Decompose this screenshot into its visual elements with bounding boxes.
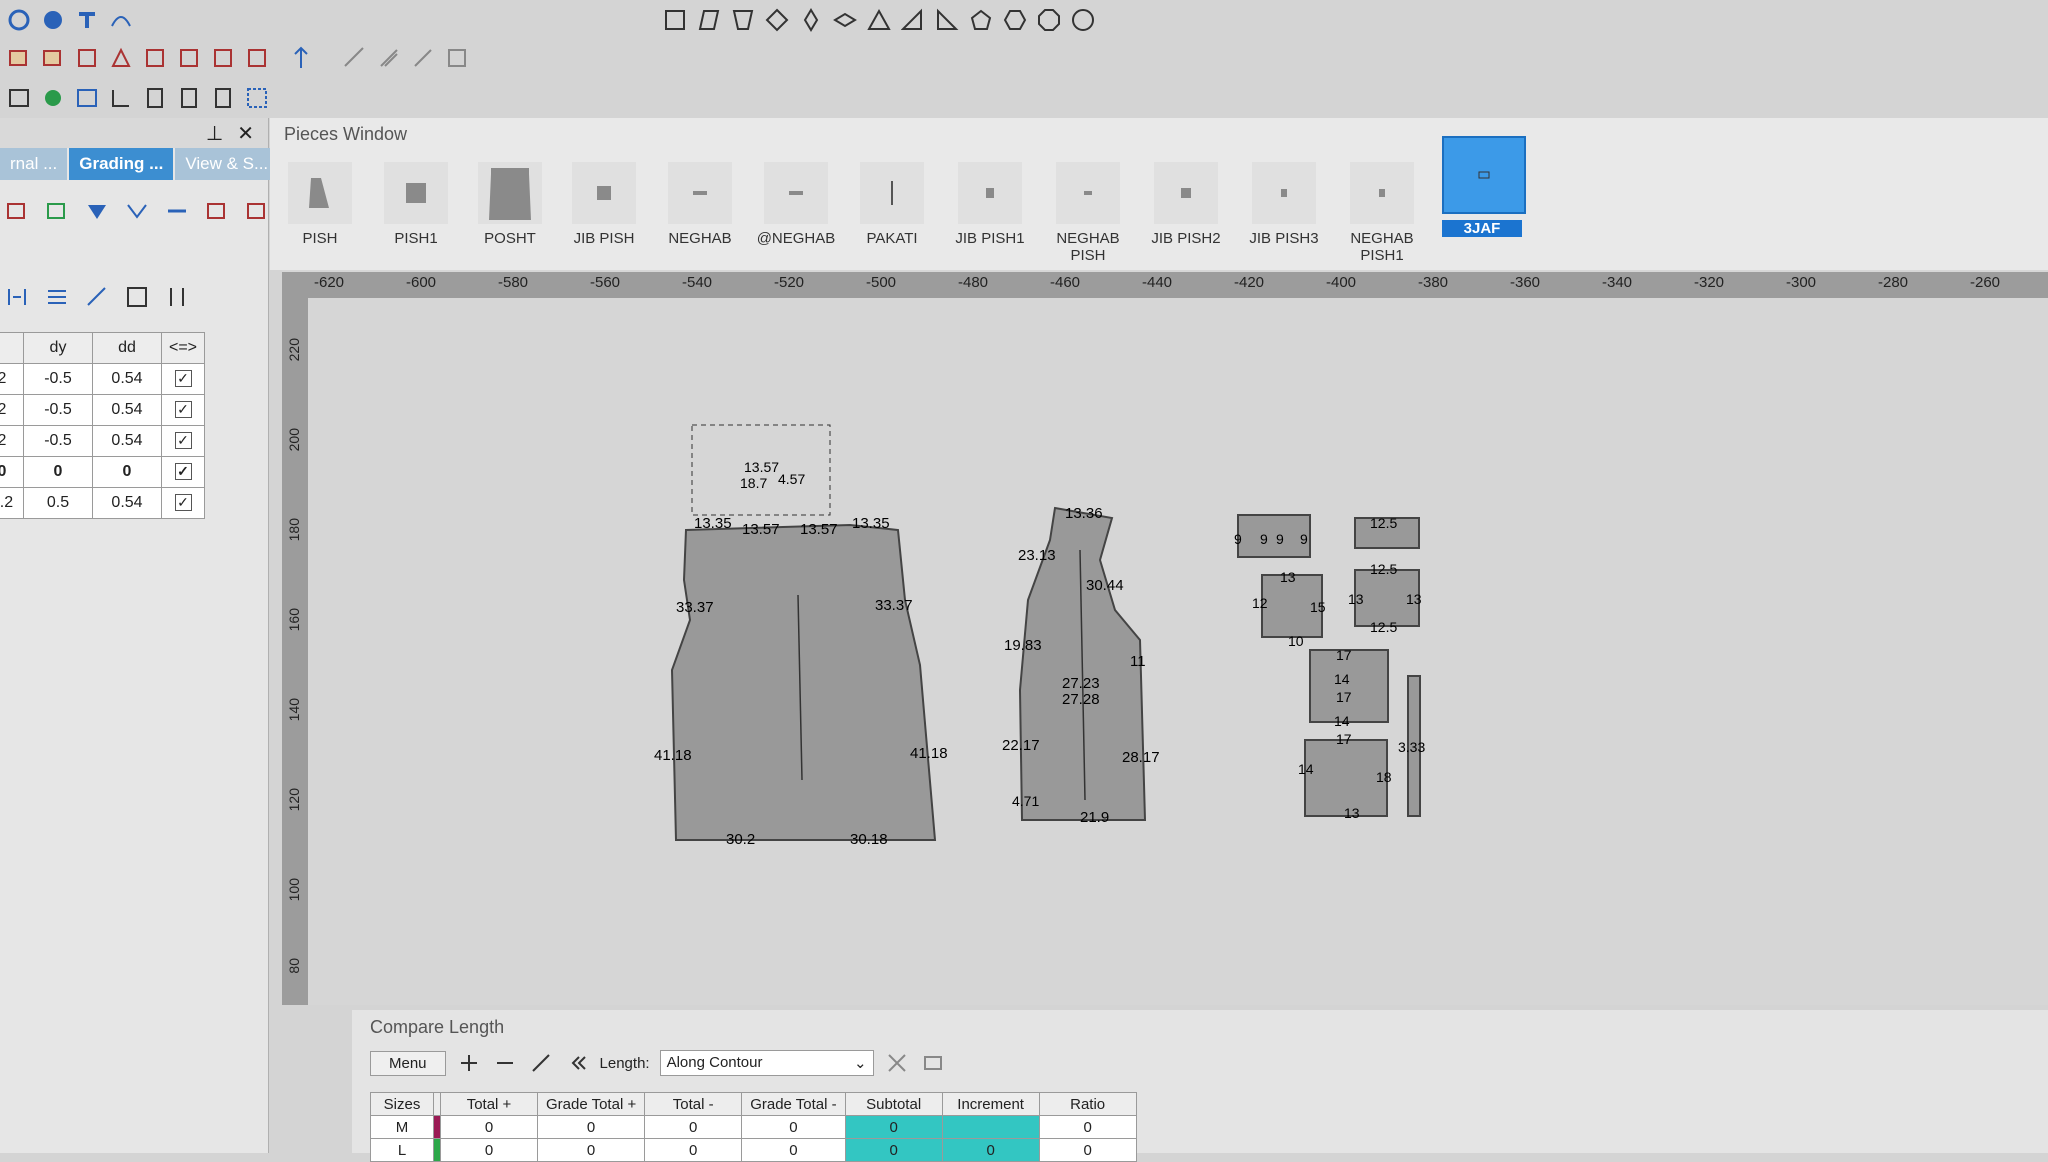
measure-label: 13 bbox=[1406, 591, 1422, 607]
measure-label: 33.37 bbox=[875, 597, 913, 614]
measure-label: 13 bbox=[1348, 591, 1364, 607]
measure-label: 3.33 bbox=[1398, 739, 1425, 755]
measure-label: 33.37 bbox=[676, 599, 714, 616]
compare-length-table: Sizes Total + Grade Total + Total - Grad… bbox=[370, 1092, 1137, 1162]
measure-label: 12.5 bbox=[1370, 619, 1397, 635]
measure-label: 27.23 bbox=[1062, 675, 1100, 692]
chevron-down-icon: ⌄ bbox=[854, 1055, 867, 1072]
measure-label: 13 bbox=[1344, 805, 1360, 821]
measure-label: 41.18 bbox=[654, 747, 692, 764]
measure-curve-icon[interactable] bbox=[528, 1050, 554, 1076]
table-row[interactable]: M 0 0 0 0 0 0 bbox=[370, 1115, 1137, 1139]
compare-length-title: Compare Length bbox=[370, 1017, 505, 1037]
measure-label: 30.2 bbox=[726, 831, 755, 848]
measure-label: 14 bbox=[1334, 671, 1350, 687]
clear-icon[interactable] bbox=[884, 1050, 910, 1076]
measure-label: 13.35 bbox=[852, 515, 890, 532]
measure-label: 17 bbox=[1336, 689, 1352, 705]
measure-label: 9 bbox=[1260, 531, 1268, 547]
table-row[interactable]: L 0 0 0 0 0 0 0 bbox=[370, 1138, 1137, 1162]
measure-label: 9 bbox=[1234, 531, 1242, 547]
measure-label: 23.13 bbox=[1018, 547, 1056, 564]
measure-label: 17 bbox=[1336, 731, 1352, 747]
measure-label: 12 bbox=[1252, 595, 1268, 611]
length-select[interactable]: Along Contour ⌄ bbox=[659, 1050, 874, 1076]
remove-icon[interactable] bbox=[492, 1050, 518, 1076]
collapse-icon[interactable] bbox=[564, 1050, 590, 1076]
measure-label: 22.17 bbox=[1002, 737, 1040, 754]
compare-length-panel: Compare Length Menu Length: Along Contou… bbox=[352, 1010, 2048, 1162]
pattern-pieces[interactable]: 13.35 13.57 13.57 13.35 33.37 33.37 41.1… bbox=[0, 0, 2048, 1153]
compare-length-toolbar: Menu Length: Along Contour ⌄ bbox=[352, 1044, 2048, 1082]
measure-label: 13 bbox=[1280, 569, 1296, 585]
measure-label: 12.5 bbox=[1370, 515, 1397, 531]
measure-label: 18.7 bbox=[740, 475, 767, 491]
measure-label: 21.9 bbox=[1080, 809, 1109, 826]
measure-label: 12.5 bbox=[1370, 561, 1397, 577]
measure-label: 14 bbox=[1298, 761, 1314, 777]
measure-label: 10 bbox=[1288, 633, 1304, 649]
print-icon[interactable] bbox=[920, 1050, 946, 1076]
measure-label: 13.57 bbox=[744, 459, 779, 475]
measure-label: 28.17 bbox=[1122, 749, 1160, 766]
measure-label: 9 bbox=[1300, 531, 1308, 547]
size-color-swatch bbox=[433, 1138, 441, 1162]
measure-label: 13.35 bbox=[694, 515, 732, 532]
measure-label: 13.36 bbox=[1065, 505, 1103, 522]
measure-label: 4.71 bbox=[1012, 793, 1039, 809]
measure-label: 4.57 bbox=[778, 471, 805, 487]
measure-label: 14 bbox=[1334, 713, 1350, 729]
measure-label: 9 bbox=[1276, 531, 1284, 547]
measure-label: 17 bbox=[1336, 647, 1352, 663]
measure-label: 30.44 bbox=[1086, 577, 1124, 594]
menu-button[interactable]: Menu bbox=[370, 1050, 446, 1076]
measure-label: 41.18 bbox=[910, 745, 948, 762]
measure-label: 15 bbox=[1310, 599, 1326, 615]
table-header-row: Sizes Total + Grade Total + Total - Grad… bbox=[370, 1092, 1137, 1116]
measure-label: 13.57 bbox=[800, 521, 838, 538]
piece-posht-shape bbox=[670, 523, 937, 841]
measure-label: 30.18 bbox=[850, 831, 888, 848]
measure-label: 13.57 bbox=[742, 521, 780, 538]
add-icon[interactable] bbox=[456, 1050, 482, 1076]
measure-label: 19.83 bbox=[1004, 637, 1042, 654]
measure-label: 18 bbox=[1376, 769, 1392, 785]
measure-label: 27.28 bbox=[1062, 691, 1100, 708]
measure-label: 11 bbox=[1130, 653, 1146, 670]
size-color-swatch bbox=[433, 1115, 441, 1139]
length-label: Length: bbox=[599, 1054, 650, 1072]
